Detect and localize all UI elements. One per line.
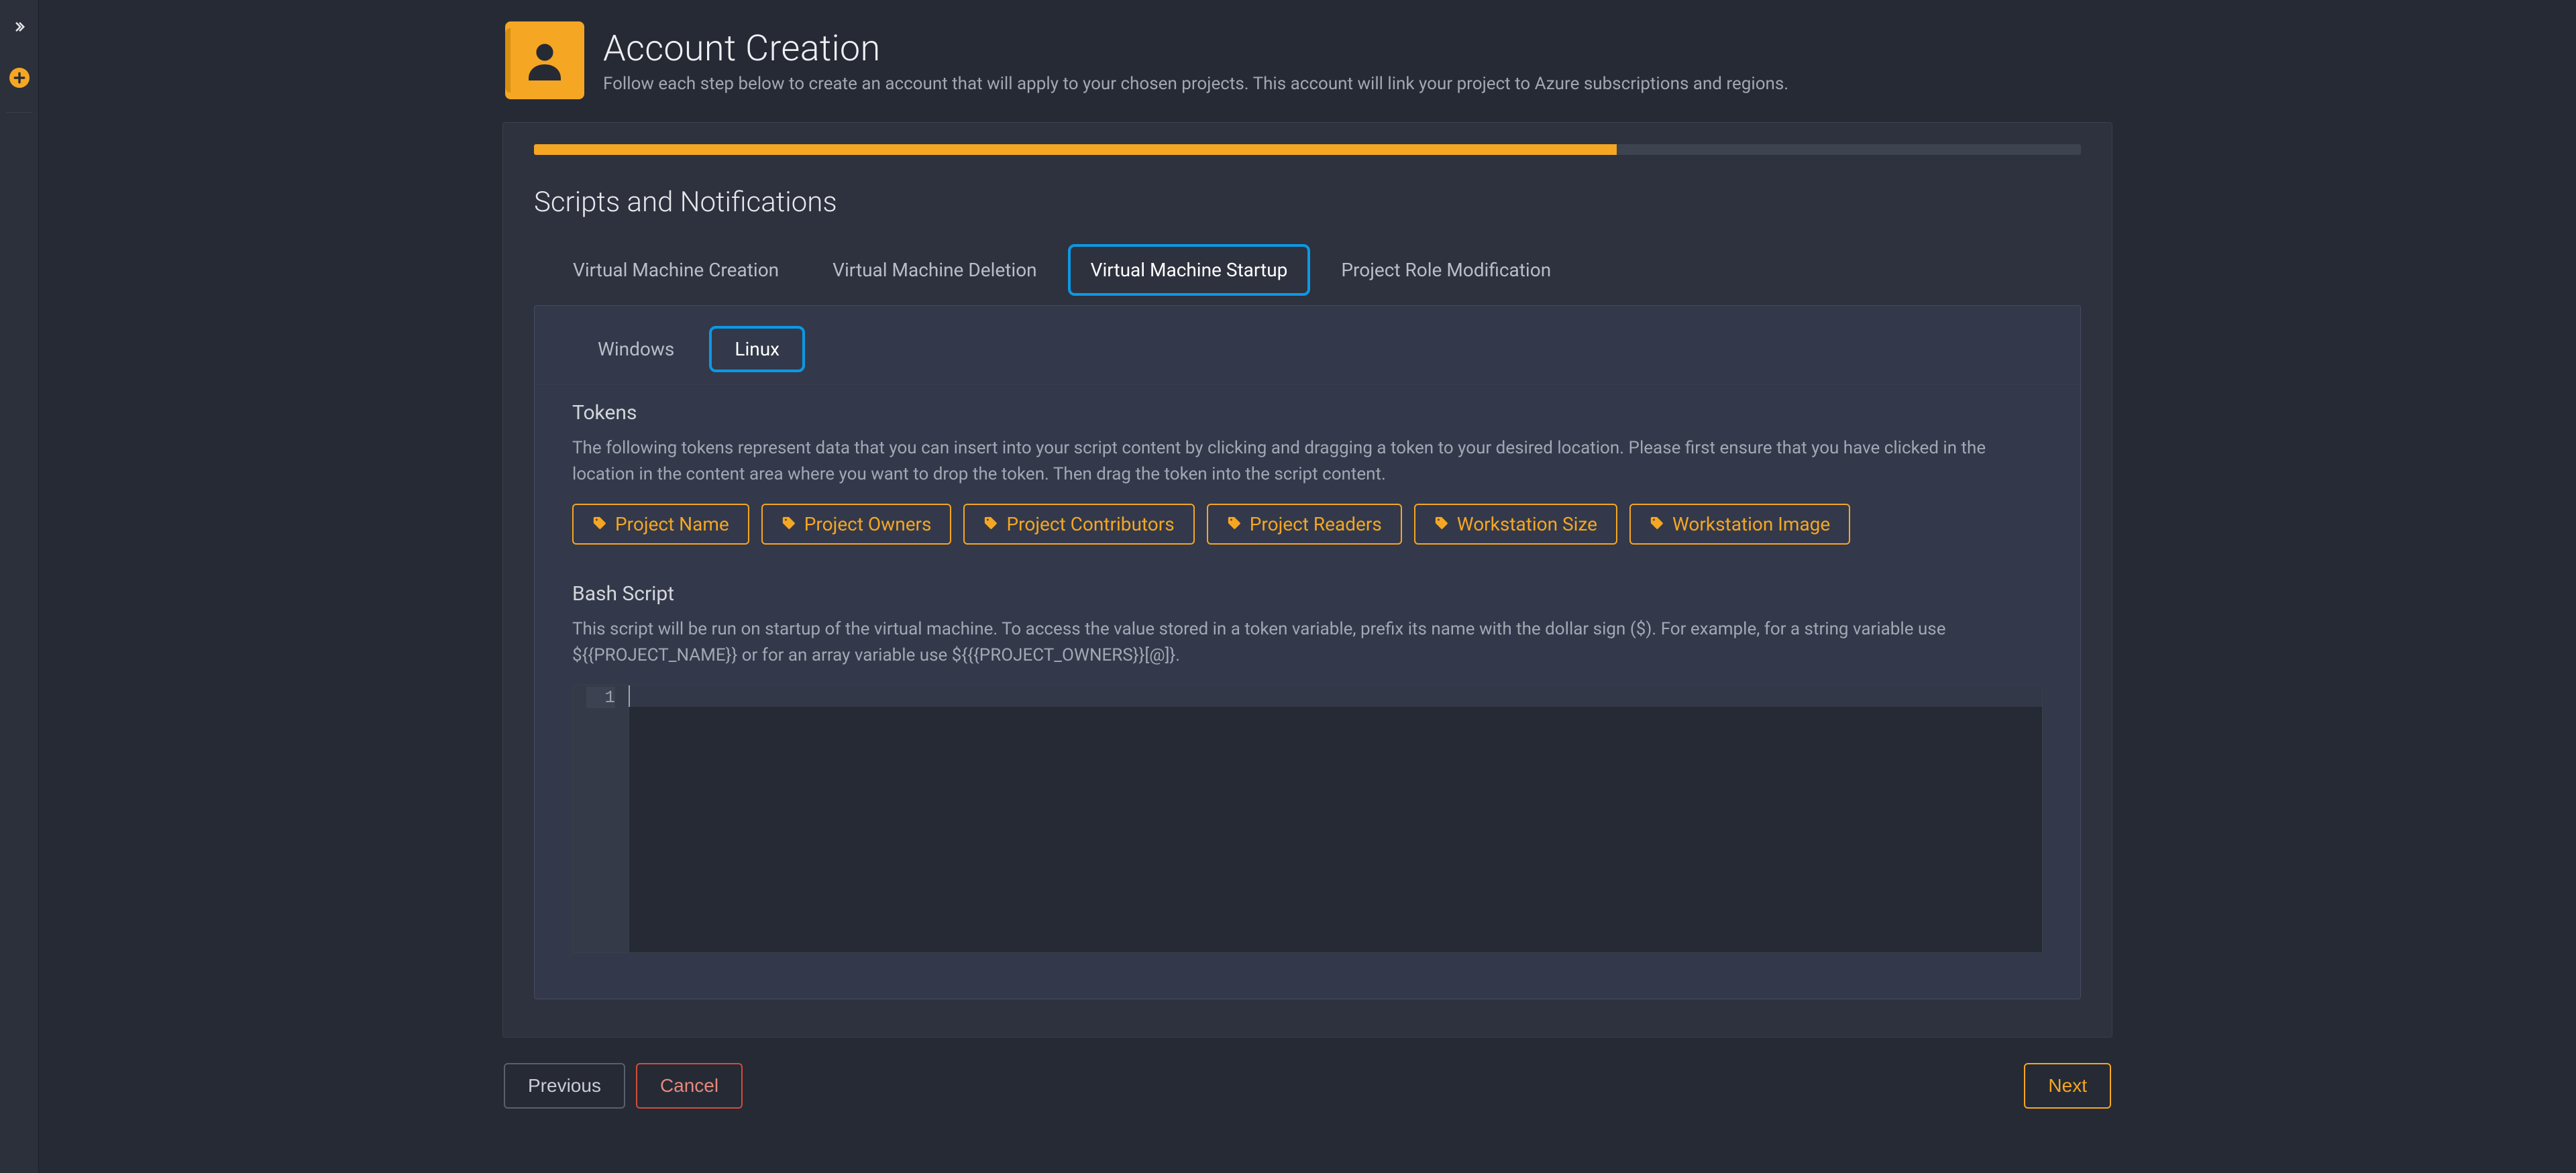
- token-label: Project Owners: [804, 513, 932, 535]
- line-number: 1: [586, 687, 615, 708]
- sidebar-divider: [6, 112, 33, 113]
- step-body: Windows Linux Tokens The following token…: [534, 305, 2081, 999]
- tag-icon: [1227, 513, 1242, 535]
- token-label: Project Contributors: [1006, 513, 1174, 535]
- token-label: Workstation Image: [1672, 513, 1830, 535]
- tab-vm-startup[interactable]: Virtual Machine Startup: [1068, 244, 1311, 296]
- token-project-contributors[interactable]: Project Contributors: [963, 504, 1194, 545]
- wizard-panel: Scripts and Notifications Virtual Machin…: [502, 122, 2112, 1038]
- editor-active-row: [629, 685, 2042, 707]
- section-title: Scripts and Notifications: [534, 186, 2081, 219]
- script-editor[interactable]: 1: [572, 685, 2043, 953]
- token-label: Project Readers: [1250, 513, 1382, 535]
- script-desc: This script will be run on startup of th…: [572, 616, 2043, 669]
- tab-vm-creation[interactable]: Virtual Machine Creation: [550, 244, 802, 296]
- tag-icon: [1434, 513, 1449, 535]
- wizard-progress: [534, 144, 2081, 155]
- tag-icon: [1650, 513, 1664, 535]
- tab-vm-deletion[interactable]: Virtual Machine Deletion: [810, 244, 1060, 296]
- section-tabs: Virtual Machine Creation Virtual Machine…: [550, 244, 2081, 296]
- tokens-desc: The following tokens represent data that…: [572, 435, 2043, 488]
- tag-icon: [592, 513, 607, 535]
- token-workstation-image[interactable]: Workstation Image: [1629, 504, 1850, 545]
- tokens-heading: Tokens: [572, 401, 2043, 425]
- wizard-progress-fill: [534, 144, 1617, 155]
- tag-icon: [983, 513, 998, 535]
- previous-button[interactable]: Previous: [504, 1063, 625, 1109]
- page-title: Account Creation: [603, 27, 1788, 70]
- subtab-windows[interactable]: Windows: [572, 326, 700, 372]
- tag-icon: [782, 513, 796, 535]
- account-header-icon: [505, 21, 584, 99]
- token-label: Workstation Size: [1457, 513, 1597, 535]
- token-row: Project Name Project Owners Project Cont…: [572, 504, 2043, 545]
- token-workstation-size[interactable]: Workstation Size: [1414, 504, 1617, 545]
- os-subtabs: Windows Linux: [535, 306, 2080, 385]
- page-subtitle: Follow each step below to create an acco…: [603, 74, 1788, 94]
- token-project-owners[interactable]: Project Owners: [761, 504, 952, 545]
- sidebar-expand-icon[interactable]: [13, 16, 26, 38]
- subtab-linux[interactable]: Linux: [709, 326, 805, 372]
- tab-role-modification[interactable]: Project Role Modification: [1318, 244, 1574, 296]
- cancel-button[interactable]: Cancel: [636, 1063, 743, 1109]
- next-button[interactable]: Next: [2024, 1063, 2111, 1109]
- token-label: Project Name: [615, 513, 729, 535]
- editor-gutter: 1: [573, 685, 629, 952]
- token-project-readers[interactable]: Project Readers: [1207, 504, 1402, 545]
- editor-body[interactable]: [629, 685, 2042, 952]
- sidebar-add-button[interactable]: [9, 68, 30, 88]
- left-sidebar: [0, 0, 39, 1173]
- script-heading: Bash Script: [572, 582, 2043, 606]
- token-project-name[interactable]: Project Name: [572, 504, 749, 545]
